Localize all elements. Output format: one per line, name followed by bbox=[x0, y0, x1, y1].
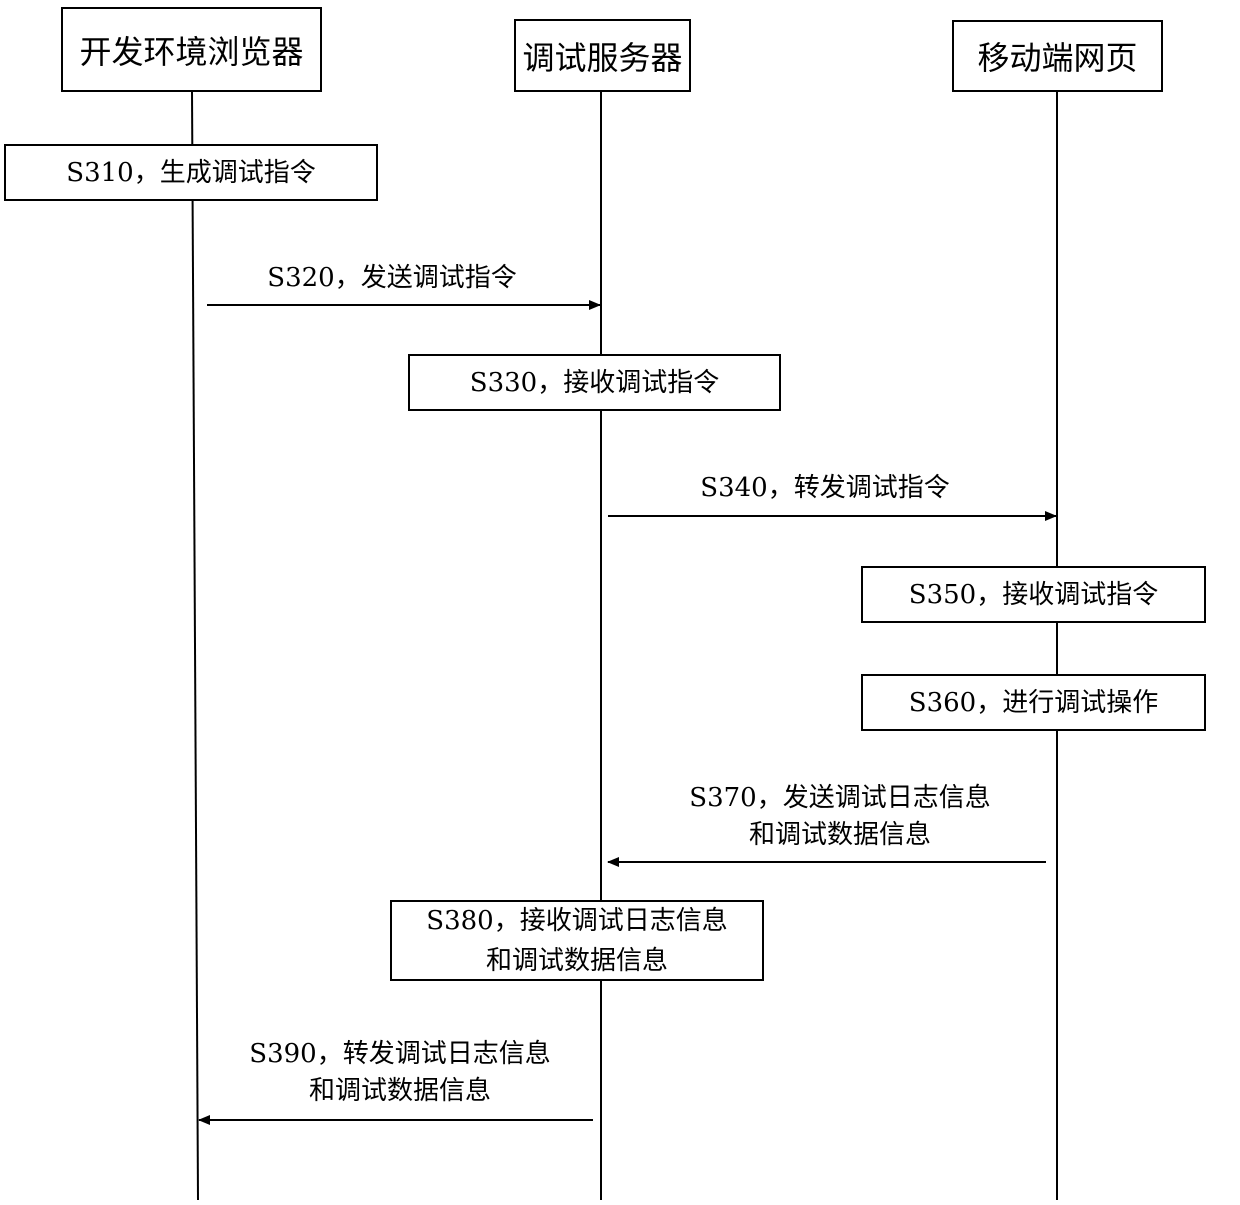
actor-label: 调试服务器 bbox=[522, 38, 683, 77]
step-text: S350，接收调试指令 bbox=[908, 579, 1159, 610]
actor-label: 移动端网页 bbox=[977, 39, 1138, 77]
message-text-line2: 和调试数据信息 bbox=[748, 820, 931, 850]
message-S340-label: S340，转发调试指令 bbox=[640, 470, 1010, 507]
step-text-line2: 和调试数据信息 bbox=[485, 945, 668, 976]
step-text: S310，生成调试指令 bbox=[66, 157, 316, 188]
step-S380-box: S380，接收调试日志信息 和调试数据信息 bbox=[390, 900, 764, 981]
step-S330-box: S330，接收调试指令 bbox=[408, 354, 781, 411]
actor-dev-browser: 开发环境浏览器 bbox=[61, 7, 322, 92]
lifeline-dev-browser bbox=[191, 90, 199, 1201]
actor-debug-server: 调试服务器 bbox=[514, 19, 691, 92]
step-S360-box: S360，进行调试操作 bbox=[861, 674, 1206, 731]
message-S320-label: S320，发送调试指令 bbox=[207, 260, 577, 297]
actor-label: 开发环境浏览器 bbox=[79, 32, 304, 71]
step-S350-box: S350，接收调试指令 bbox=[861, 566, 1206, 623]
actor-mobile-page: 移动端网页 bbox=[952, 20, 1163, 92]
message-text: S370，发送调试日志信息 bbox=[689, 783, 991, 813]
step-text: S330，接收调试指令 bbox=[469, 367, 720, 398]
step-text: S360，进行调试操作 bbox=[908, 687, 1159, 718]
step-text: S380，接收调试日志信息 bbox=[426, 905, 728, 936]
message-S390-label: S390，转发调试日志信息 和调试数据信息 bbox=[200, 1036, 600, 1110]
message-text: S390，转发调试日志信息 bbox=[249, 1039, 551, 1069]
step-S310-box: S310，生成调试指令 bbox=[4, 144, 378, 201]
message-text: S340，转发调试指令 bbox=[700, 473, 950, 503]
message-text: S320，发送调试指令 bbox=[267, 263, 517, 293]
message-text-line2: 和调试数据信息 bbox=[308, 1076, 491, 1106]
message-S370-label: S370，发送调试日志信息 和调试数据信息 bbox=[640, 780, 1040, 854]
